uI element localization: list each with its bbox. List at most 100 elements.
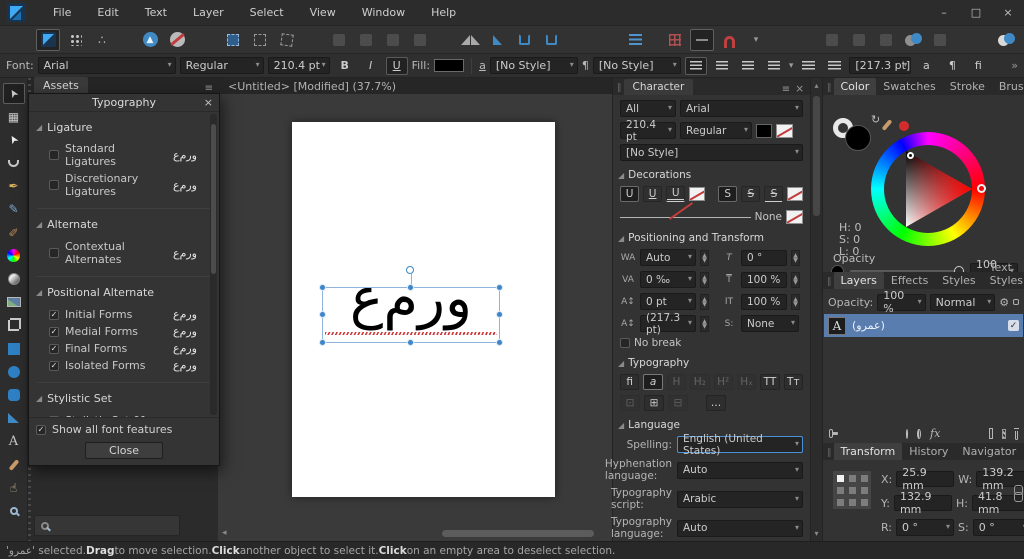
panel-grip-icon[interactable]: ‖	[827, 448, 832, 458]
artistic-text-tool[interactable]: A	[3, 431, 25, 452]
horizontal-scale-input[interactable]: 100 %	[741, 293, 787, 310]
ligatures-button[interactable]: fi	[620, 374, 640, 390]
align-left-button[interactable]	[684, 56, 707, 75]
baseline-stepper[interactable]: ▲ ▼	[700, 293, 709, 310]
pixel-persona-button[interactable]	[63, 29, 87, 51]
geometry-add-button[interactable]	[994, 29, 1018, 51]
scroll-thumb[interactable]	[211, 124, 216, 274]
lock-icon[interactable]	[1013, 299, 1019, 305]
character-panel-scrollbar[interactable]: ▴ ▾	[810, 78, 822, 541]
strike-double-button[interactable]: S	[764, 186, 784, 202]
decoration-color-swatch[interactable]	[786, 210, 803, 224]
underline-single-button[interactable]: U	[643, 186, 663, 202]
color-picker-tool[interactable]	[3, 454, 25, 475]
scroll-down-icon[interactable]: ▾	[811, 529, 822, 538]
saturation-lightness-triangle[interactable]	[906, 151, 972, 227]
ligature-section-header[interactable]: ◢ Ligature	[29, 121, 219, 134]
strike-color-swatch[interactable]	[787, 187, 803, 201]
positional-alternate-section-header[interactable]: ◢ Positional Alternate	[29, 286, 219, 299]
selection-box-mode-1[interactable]	[221, 29, 245, 51]
bullet-list-button[interactable]	[797, 57, 819, 75]
export-persona-button[interactable]: ∴	[90, 29, 114, 51]
insert-inside-button[interactable]: ▲	[138, 29, 162, 51]
typography-dialog-titlebar[interactable]: Typography ×	[29, 94, 219, 112]
canvas-area[interactable]: <Untitled> [Modified] (37.7%) ورم‌ع ◂	[218, 78, 612, 541]
flip-horizontal-button[interactable]	[458, 29, 482, 51]
tab-assets[interactable]: Assets	[34, 77, 88, 94]
language-section-header[interactable]: ◢ Language	[618, 419, 803, 431]
color-eyedropper-icon[interactable]	[881, 119, 893, 131]
blend-mode-dropdown[interactable]: Normal	[929, 293, 996, 311]
titlecase-button[interactable]: Tт	[783, 374, 803, 390]
scroll-left-icon[interactable]: ◂	[222, 528, 227, 538]
tracking-dropdown[interactable]: 0 ‰	[640, 271, 696, 288]
layer-opacity-dropdown[interactable]: 100 %	[877, 289, 926, 315]
menu-file[interactable]: File	[40, 0, 84, 26]
show-all-font-features-row[interactable]: ✓ Show all font features	[29, 418, 219, 436]
kerning-stepper[interactable]: ▲ ▼	[700, 249, 709, 266]
tab-history[interactable]: History	[902, 443, 955, 460]
node-tool[interactable]: ➤	[3, 129, 25, 150]
standard-ligatures-item[interactable]: Standard Ligatures ورم‌ع	[29, 140, 219, 170]
alternates-button[interactable]: a	[643, 374, 663, 390]
selection-bounding-box[interactable]	[319, 266, 503, 346]
transparency-tool[interactable]	[3, 269, 25, 290]
vector-crop-tool[interactable]	[3, 315, 25, 336]
tab-color[interactable]: Color	[833, 78, 877, 95]
strike-none-button[interactable]: S	[718, 186, 738, 202]
layer-effects-button[interactable]: fx	[930, 427, 940, 440]
panel-grip-icon[interactable]: ‖	[827, 83, 832, 93]
checkbox-unchecked[interactable]	[49, 180, 59, 190]
underline-button[interactable]: U	[385, 56, 408, 75]
boolean-divide-button[interactable]	[901, 29, 925, 51]
typography-section-header[interactable]: ◢ Typography	[618, 357, 803, 369]
menu-window[interactable]: Window	[349, 0, 418, 26]
rotation-handle[interactable]	[406, 266, 414, 274]
char-size-dropdown[interactable]: 210.4 pt	[620, 119, 676, 143]
checkbox-checked[interactable]: ✓	[49, 343, 59, 354]
view-tool[interactable]: ☝	[3, 477, 25, 498]
restore-button[interactable]: □	[960, 6, 992, 19]
leading-override-dropdown[interactable]: (217.3 pt)	[640, 312, 696, 336]
align-center-button[interactable]	[711, 57, 733, 75]
recent-color-dot[interactable]	[899, 121, 909, 131]
font-family-dropdown[interactable]: Arial	[37, 57, 176, 74]
move-tool[interactable]: ➤	[2, 83, 25, 104]
hue-selector[interactable]	[977, 184, 986, 193]
edit-off-button[interactable]	[165, 29, 189, 51]
discretionary-ligatures-item[interactable]: Discretionary Ligatures ورم‌ع	[29, 170, 219, 200]
font-size-dropdown[interactable]: 210.4 pt	[267, 57, 330, 74]
contextual-alternates-item[interactable]: Contextual Alternates ورم‌ع	[29, 238, 219, 268]
final-forms-item[interactable]: ✓ Final Forms ورم‌ع	[29, 340, 219, 357]
layer-row[interactable]: A (عمرو) ✓	[824, 314, 1023, 337]
vertical-scale-input[interactable]: 100 %	[741, 271, 787, 288]
handle-top-center[interactable]	[407, 284, 414, 291]
designer-persona-button[interactable]	[36, 28, 60, 51]
char-font-dropdown[interactable]: Arial	[680, 100, 803, 117]
handle-middle-right[interactable]	[496, 311, 503, 318]
selection-box-mode-3[interactable]	[275, 29, 299, 51]
handle-top-left[interactable]	[319, 284, 326, 291]
horizontal-scale-stepper[interactable]: ▲ ▼	[791, 293, 800, 310]
align-justify-button[interactable]	[763, 57, 785, 75]
edit-all-layers-icon[interactable]	[829, 429, 839, 438]
checkbox-unchecked[interactable]	[49, 150, 59, 160]
rotate-ccw-button[interactable]	[512, 29, 536, 51]
tab-brushes[interactable]: Brushes	[992, 78, 1024, 95]
horizontal-scrollbar[interactable]: ◂	[220, 528, 608, 538]
checkbox-checked[interactable]: ✓	[49, 309, 59, 320]
panel-grip-icon[interactable]: ‖	[827, 277, 832, 287]
hyphenation-dropdown[interactable]: Auto	[677, 461, 803, 479]
tab-text-styles[interactable]: Text Styles	[983, 259, 1024, 289]
snapping-options-dropdown[interactable]: ▾	[744, 29, 768, 51]
assets-search-input[interactable]	[34, 515, 180, 536]
y-input[interactable]: 132.9 mm	[893, 490, 952, 516]
char-style-dropdown[interactable]: Regular	[680, 122, 752, 139]
shear-dropdown[interactable]: 0 °	[972, 519, 1024, 536]
layer-visibility-checkbox[interactable]: ✓	[1008, 320, 1019, 331]
swap-colors-icon[interactable]: ↻	[871, 113, 880, 126]
underline-none-button[interactable]: U	[620, 186, 640, 202]
character-panel-toggle[interactable]: a	[915, 57, 937, 75]
shear-input[interactable]: 0 °	[741, 249, 787, 266]
rounded-rectangle-tool[interactable]	[3, 384, 25, 405]
